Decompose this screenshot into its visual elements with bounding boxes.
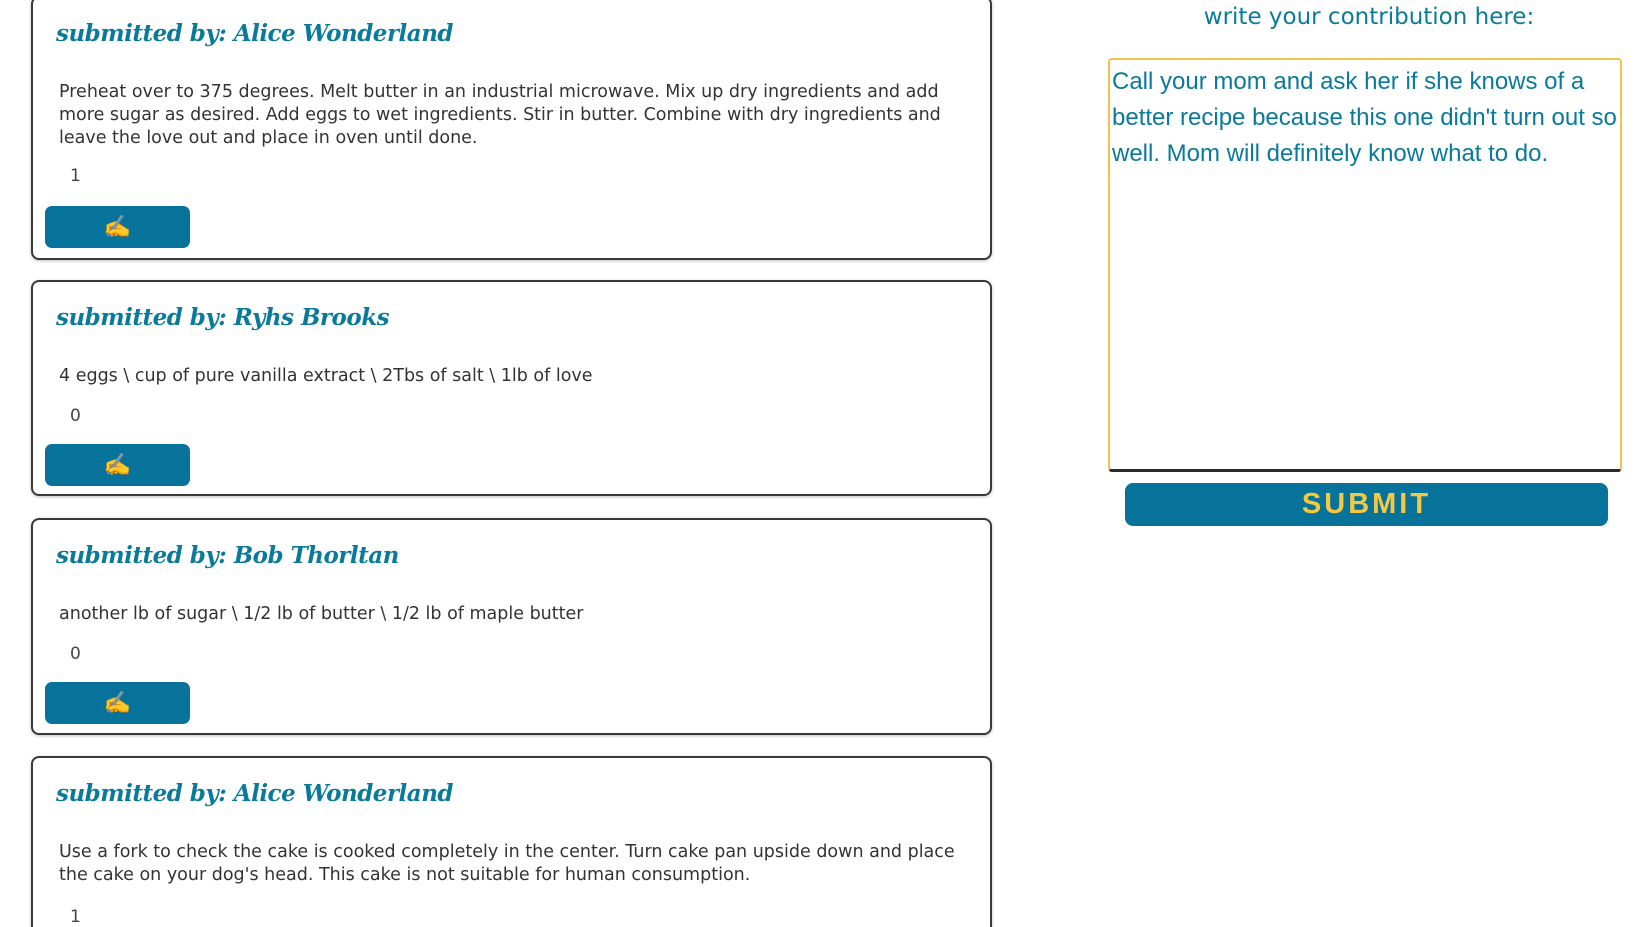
- writing-hand-icon: ✍️: [103, 452, 132, 477]
- vote-count: 0: [70, 644, 81, 664]
- card-text: Use a fork to check the cake is cooked c…: [59, 842, 955, 885]
- vote-count: 1: [70, 166, 81, 186]
- writing-hand-icon: ✍️: [103, 690, 132, 715]
- contribution-textarea[interactable]: [1108, 58, 1622, 472]
- vote-count: 0: [70, 406, 81, 426]
- contribute-button[interactable]: ✍️: [45, 206, 190, 248]
- contribution-card: submitted by: Bob Thorltan another lb of…: [31, 518, 992, 735]
- card-text: Preheat over to 375 degrees. Melt butter…: [59, 82, 941, 148]
- contribution-heading: write your contribution here:: [1203, 4, 1535, 30]
- card-text: another lb of sugar \ 1/2 lb of butter \…: [59, 604, 584, 624]
- card-text: 4 eggs \ cup of pure vanilla extract \ 2…: [59, 366, 593, 386]
- vote-count: 1: [70, 907, 81, 927]
- card-author: submitted by: Alice Wonderland: [56, 780, 454, 807]
- contribute-button[interactable]: ✍️: [45, 682, 190, 724]
- card-author: submitted by: Alice Wonderland: [56, 20, 454, 47]
- contribution-card: submitted by: Ryhs Brooks 4 eggs \ cup o…: [31, 280, 992, 496]
- contribution-card: submitted by: Alice Wonderland Use a for…: [31, 756, 992, 927]
- card-author: submitted by: Ryhs Brooks: [56, 304, 390, 331]
- contribution-card: submitted by: Alice Wonderland Preheat o…: [31, 0, 992, 260]
- writing-hand-icon: ✍️: [103, 214, 132, 239]
- submit-button[interactable]: SUBMIT: [1125, 483, 1608, 526]
- contribute-button[interactable]: ✍️: [45, 444, 190, 486]
- card-author: submitted by: Bob Thorltan: [56, 542, 399, 569]
